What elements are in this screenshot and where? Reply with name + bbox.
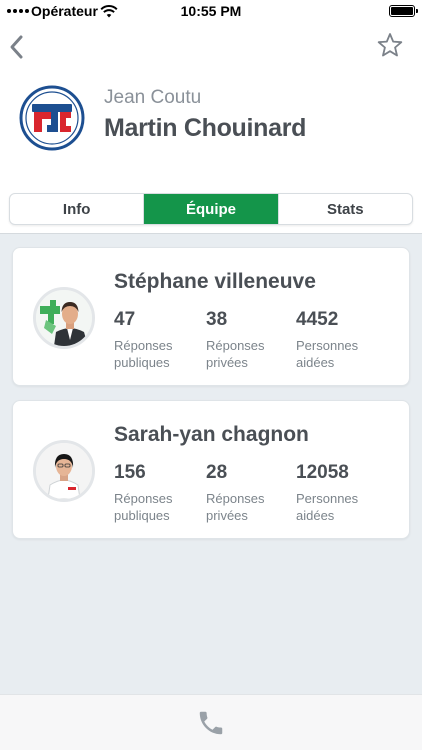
- team-member-card[interactable]: Sarah-yan chagnon 156 Réponses publiques …: [12, 400, 410, 539]
- phone-icon[interactable]: [196, 708, 226, 738]
- stat-value: 47: [114, 309, 136, 330]
- stat-label: Personnes: [296, 491, 359, 506]
- stat-label: aidées: [296, 355, 335, 370]
- stat-public-answers: 47 Réponses publiques: [114, 309, 204, 371]
- stat-value: 12058: [296, 462, 349, 483]
- stat-value: 28: [206, 462, 228, 483]
- battery-full-icon: [389, 5, 418, 17]
- status-bar: Opérateur 10:55 PM: [0, 0, 422, 22]
- team-list: Stéphane villeneuve 47 Réponses publiques…: [0, 233, 422, 694]
- brand-name: Jean Coutu: [104, 87, 202, 108]
- stat-label: Réponses: [206, 338, 265, 353]
- stat-label: aidées: [296, 508, 335, 523]
- stat-people-helped: 12058 Personnes aidées: [296, 462, 386, 524]
- stat-label: publiques: [114, 355, 170, 370]
- avatar: [33, 440, 95, 502]
- stat-label: privées: [206, 508, 248, 523]
- tab-info[interactable]: Info: [10, 194, 143, 224]
- member-name: Stéphane villeneuve: [114, 270, 316, 293]
- pjc-logo: [19, 85, 85, 151]
- stat-label: Réponses: [114, 338, 173, 353]
- person-photo-icon: [36, 443, 92, 499]
- star-outline-icon[interactable]: [377, 32, 403, 58]
- stat-value: 4452: [296, 309, 339, 330]
- stat-label: Réponses: [206, 491, 265, 506]
- tab-equipe[interactable]: Équipe: [143, 194, 278, 224]
- stat-private-answers: 28 Réponses privées: [206, 462, 296, 524]
- member-name: Sarah-yan chagnon: [114, 423, 309, 446]
- segmented-tabs: Info Équipe Stats: [9, 193, 413, 225]
- stat-private-answers: 38 Réponses privées: [206, 309, 296, 371]
- stat-public-answers: 156 Réponses publiques: [114, 462, 204, 524]
- chevron-left-icon[interactable]: [6, 34, 28, 60]
- pharmacist-name: Martin Chouinard: [104, 114, 307, 142]
- bottom-toolbar: [0, 694, 422, 750]
- status-time: 10:55 PM: [180, 3, 242, 19]
- stat-label: Réponses: [114, 491, 173, 506]
- stat-people-helped: 4452 Personnes aidées: [296, 309, 386, 371]
- tab-stats[interactable]: Stats: [277, 194, 412, 224]
- stat-value: 156: [114, 462, 146, 483]
- avatar: [33, 287, 95, 349]
- stat-label: publiques: [114, 508, 170, 523]
- stat-label: Personnes: [296, 338, 359, 353]
- team-member-card[interactable]: Stéphane villeneuve 47 Réponses publiques…: [12, 247, 410, 386]
- person-photo-icon: [36, 290, 92, 346]
- stat-value: 38: [206, 309, 228, 330]
- stat-label: privées: [206, 355, 248, 370]
